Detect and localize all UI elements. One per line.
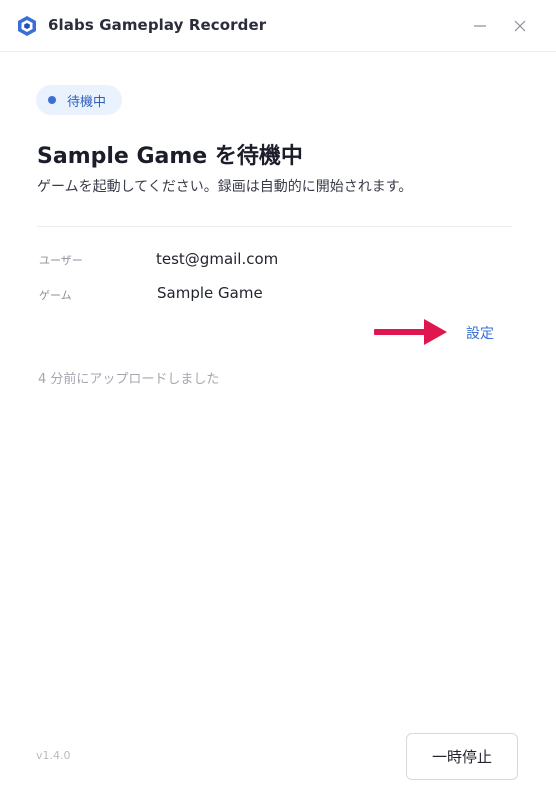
settings-link[interactable]: 設定 — [466, 323, 494, 343]
instruction-text: ゲームを起動してください。録画は自動的に開始されます。 — [37, 179, 413, 195]
app-window: 6labs Gameplay Recorder 待機中 Sample Game … — [0, 0, 556, 811]
pause-button[interactable]: 一時停止 — [406, 733, 518, 780]
window-title: 6labs Gameplay Recorder — [48, 16, 267, 34]
user-label: ユーザー — [39, 254, 83, 267]
version-label: v1.4.0 — [36, 749, 71, 762]
minimize-button[interactable] — [466, 12, 494, 40]
6labs-logo-icon — [18, 16, 36, 36]
minimize-icon — [474, 25, 486, 27]
status-label: 待機中 — [67, 94, 107, 110]
title-bar: 6labs Gameplay Recorder — [0, 0, 556, 52]
upload-status-text: 4 分前にアップロードしました — [38, 372, 220, 387]
status-dot-icon — [48, 96, 56, 104]
close-button[interactable] — [506, 12, 534, 40]
user-value: test@gmail.com — [156, 250, 279, 268]
status-badge: 待機中 — [36, 85, 123, 115]
right-arrow-icon — [374, 319, 447, 345]
close-icon — [514, 20, 526, 32]
divider — [37, 226, 512, 227]
page-title: Sample Game を待機中 — [37, 144, 303, 169]
game-label: ゲーム — [39, 289, 72, 302]
game-value: Sample Game — [157, 284, 263, 302]
